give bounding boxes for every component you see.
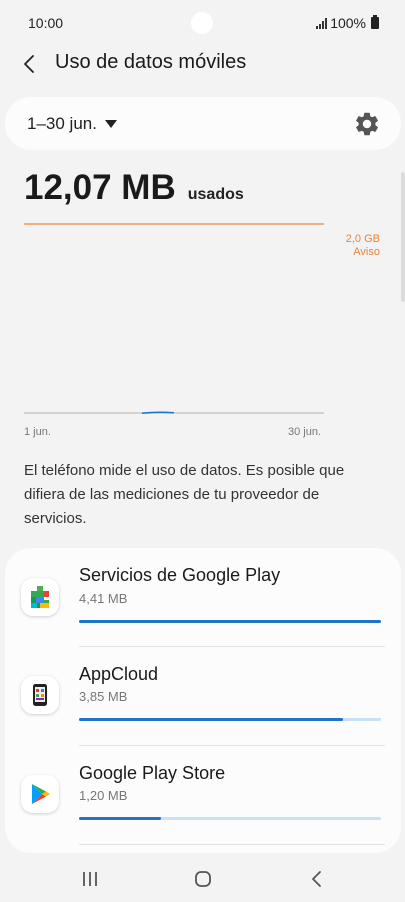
battery-icon: [371, 15, 379, 29]
home-button[interactable]: [193, 870, 213, 888]
status-bar: 10:00 100%: [0, 0, 405, 44]
app-row-appcloud[interactable]: AppCloud 3,85 MB: [5, 647, 401, 746]
app-usage-bar-fill: [79, 620, 381, 623]
status-indicators: 100%: [316, 15, 379, 31]
app-usage-bar: [79, 620, 381, 623]
app-name: Google Play Store: [79, 763, 226, 783]
apps-list: Servicios de Google Play 4,41 MB AppClou…: [5, 548, 401, 853]
app-name: Servicios de Google Play: [79, 565, 281, 585]
warning-label: 2,0 GB Aviso: [346, 233, 380, 259]
app-name: AppCloud: [79, 664, 159, 684]
app-size: 4,41 MB: [79, 591, 128, 606]
app-usage-bar: [79, 718, 381, 721]
usage-chart: [24, 223, 324, 414]
app-size: 1,20 MB: [79, 788, 128, 803]
x-axis-end-label: 30 jun.: [288, 426, 322, 438]
warning-text: Aviso: [353, 246, 380, 258]
gear-icon: [356, 112, 378, 136]
app-usage-bar-fill: [79, 718, 343, 721]
info-text: El teléfono mide el uso de datos. Es pos…: [24, 462, 345, 527]
app-bar: Uso de datos móviles: [0, 44, 405, 84]
battery-percent: 100%: [330, 15, 366, 31]
google-play-store-icon: [21, 775, 59, 813]
dropdown-arrow-icon: [104, 120, 117, 128]
settings-button[interactable]: [353, 110, 381, 138]
warning-value: 2,0 GB: [345, 233, 380, 245]
back-arrow-icon: [312, 871, 321, 887]
period-selector[interactable]: 1–30 jun.: [27, 114, 117, 134]
recents-icon: [83, 872, 97, 886]
usage-amount: 12,07 MB: [24, 168, 176, 207]
usage-suffix: usados: [187, 186, 244, 203]
scrollbar[interactable]: [401, 172, 405, 302]
chevron-left-icon: [24, 55, 34, 73]
divider: [79, 844, 385, 845]
front-camera: [191, 12, 213, 34]
app-usage-bar-fill: [79, 817, 162, 820]
signal-icon: [316, 17, 328, 29]
navigation-bar: [0, 856, 405, 902]
appcloud-icon: [21, 676, 59, 714]
app-row-google-play-store[interactable]: Google Play Store 1,20 MB: [5, 746, 401, 845]
page-title: Uso de datos móviles: [55, 51, 247, 73]
nav-back-button[interactable]: [307, 869, 327, 889]
status-time: 10:00: [28, 15, 64, 31]
period-card: 1–30 jun.: [5, 97, 401, 150]
app-row-google-play-services[interactable]: Servicios de Google Play 4,41 MB: [5, 548, 401, 647]
google-play-services-icon: [21, 578, 59, 616]
recents-button[interactable]: [80, 870, 100, 888]
app-usage-bar: [79, 817, 381, 820]
back-button[interactable]: [16, 50, 44, 78]
x-axis-start-label: 1 jun.: [24, 426, 51, 438]
usage-summary: 12,07 MB usados: [24, 168, 244, 208]
home-icon: [195, 871, 211, 887]
period-label: 1–30 jun.: [27, 114, 97, 133]
app-size: 3,85 MB: [79, 689, 128, 704]
